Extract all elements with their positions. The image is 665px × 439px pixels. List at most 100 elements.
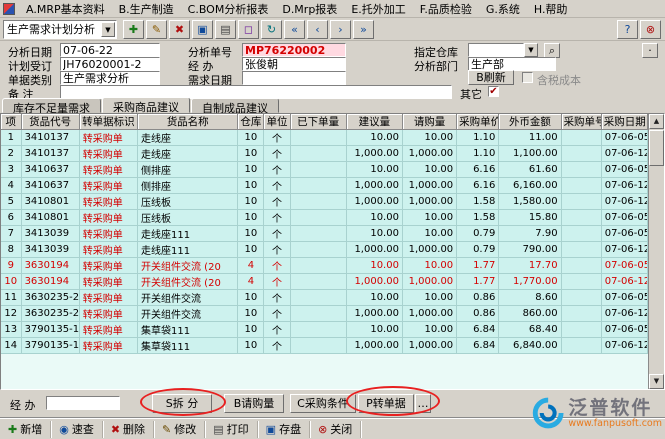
- menu-item-2[interactable]: B.生产制造: [112, 0, 181, 18]
- grid-cell[interactable]: 6.16: [457, 162, 499, 178]
- grid-cell[interactable]: 转采购单: [79, 242, 137, 258]
- action-operator-field[interactable]: [46, 396, 120, 410]
- statusbar-print-button[interactable]: ▤打印: [205, 421, 257, 438]
- grid-cell[interactable]: 3630194: [21, 258, 79, 274]
- transfer-doc-button[interactable]: P转单据: [358, 394, 414, 413]
- grid-cell[interactable]: 10: [238, 178, 264, 194]
- grid-cell[interactable]: [561, 338, 601, 354]
- grid-cell[interactable]: 4: [238, 258, 264, 274]
- warehouse-dropdown-icon[interactable]: ▼: [524, 43, 538, 57]
- grid-cell[interactable]: 走线座: [138, 146, 238, 162]
- grid-cell[interactable]: 0.86: [457, 306, 499, 322]
- next-record-icon[interactable]: ›: [330, 20, 351, 39]
- grid-cell[interactable]: 07-06-12: [601, 178, 647, 194]
- grid-cell[interactable]: 15.80: [499, 210, 561, 226]
- grid-cell[interactable]: 10.00: [402, 322, 456, 338]
- grid-cell[interactable]: 8.60: [499, 290, 561, 306]
- statusbar-close-button[interactable]: ⊗关闭: [310, 421, 361, 438]
- panel-corner-button[interactable]: ·: [642, 43, 658, 58]
- grid-cell[interactable]: 68.40: [499, 322, 561, 338]
- grid-cell[interactable]: [290, 258, 346, 274]
- grid-cell[interactable]: 10.00: [402, 210, 456, 226]
- grid-cell[interactable]: 8: [1, 242, 21, 258]
- column-header-11[interactable]: 采购单号: [561, 114, 601, 130]
- first-record-icon[interactable]: «: [284, 20, 305, 39]
- grid-cell[interactable]: 转采购单: [79, 290, 137, 306]
- grid-cell[interactable]: 3410801: [21, 194, 79, 210]
- grid-cell[interactable]: 个: [264, 146, 290, 162]
- grid-cell[interactable]: 9: [1, 258, 21, 274]
- grid-cell[interactable]: 1.77: [457, 274, 499, 290]
- grid-cell[interactable]: [290, 146, 346, 162]
- grid-cell[interactable]: 10.00: [346, 322, 402, 338]
- grid-cell[interactable]: 61.60: [499, 162, 561, 178]
- grid-cell[interactable]: 转采购单: [79, 146, 137, 162]
- warehouse-lookup-icon[interactable]: ⌕: [544, 43, 560, 58]
- grid-cell[interactable]: 07-06-12: [601, 146, 647, 162]
- grid-cell[interactable]: 1,000.00: [402, 146, 456, 162]
- grid-cell[interactable]: 1.10: [457, 146, 499, 162]
- grid-cell[interactable]: 1,000.00: [402, 194, 456, 210]
- grid-cell[interactable]: 11.00: [499, 130, 561, 146]
- tax-cost-checkbox[interactable]: [522, 72, 533, 83]
- grid-cell[interactable]: 1,770.00: [499, 274, 561, 290]
- grid-cell[interactable]: [561, 290, 601, 306]
- grid-cell[interactable]: [290, 226, 346, 242]
- grid-cell[interactable]: 07-06-05: [601, 210, 647, 226]
- grid-cell[interactable]: 10: [238, 146, 264, 162]
- column-header-8[interactable]: 请购量: [402, 114, 456, 130]
- statusbar-save-button[interactable]: ▣存盘: [258, 421, 310, 438]
- last-record-icon[interactable]: »: [353, 20, 374, 39]
- grid-cell[interactable]: 1,000.00: [402, 178, 456, 194]
- grid-cell[interactable]: 1.58: [457, 194, 499, 210]
- grid-cell[interactable]: 07-06-12: [601, 338, 647, 354]
- grid-cell[interactable]: 转采购单: [79, 306, 137, 322]
- column-header-10[interactable]: 外币金额: [499, 114, 561, 130]
- grid-cell[interactable]: 10.00: [402, 226, 456, 242]
- grid-cell[interactable]: [290, 306, 346, 322]
- grid-cell[interactable]: 07-06-12: [601, 306, 647, 322]
- grid-cell[interactable]: [561, 210, 601, 226]
- grid-cell[interactable]: [290, 178, 346, 194]
- grid-cell[interactable]: [561, 194, 601, 210]
- grid-cell[interactable]: [290, 242, 346, 258]
- grid-cell[interactable]: 转采购单: [79, 338, 137, 354]
- grid-cell[interactable]: 4: [238, 274, 264, 290]
- grid-cell[interactable]: 10: [238, 290, 264, 306]
- grid-cell[interactable]: 10.00: [346, 210, 402, 226]
- grid-cell[interactable]: 07-06-05: [601, 162, 647, 178]
- grid-cell[interactable]: 个: [264, 258, 290, 274]
- grid-cell[interactable]: 11: [1, 290, 21, 306]
- grid-cell[interactable]: 3410801: [21, 210, 79, 226]
- save-icon[interactable]: ▣: [192, 20, 213, 39]
- grid-cell[interactable]: [561, 306, 601, 322]
- grid-cell[interactable]: 转采购单: [79, 210, 137, 226]
- grid-cell[interactable]: 集草袋111: [138, 338, 238, 354]
- grid-cell[interactable]: 10.00: [346, 258, 402, 274]
- plan-order-field[interactable]: [60, 57, 160, 71]
- analysis-no-field[interactable]: [242, 43, 346, 57]
- grid-cell[interactable]: 个: [264, 162, 290, 178]
- grid-cell[interactable]: 侧排座: [138, 178, 238, 194]
- grid-cell[interactable]: 压线板: [138, 194, 238, 210]
- analysis-date-field[interactable]: [60, 43, 160, 57]
- grid-cell[interactable]: 3790135-1: [21, 338, 79, 354]
- new-icon[interactable]: ✚: [123, 20, 144, 39]
- grid-cell[interactable]: 10.00: [346, 162, 402, 178]
- grid-cell[interactable]: [290, 338, 346, 354]
- grid-cell[interactable]: 3413039: [21, 226, 79, 242]
- tab-selfmade-suggestion[interactable]: 自制成品建议: [191, 98, 279, 113]
- grid-cell[interactable]: 12: [1, 306, 21, 322]
- grid-cell[interactable]: 10: [238, 194, 264, 210]
- grid-cell[interactable]: 侧排座: [138, 162, 238, 178]
- grid-cell[interactable]: 10: [238, 242, 264, 258]
- grid-cell[interactable]: 转采购单: [79, 322, 137, 338]
- grid-cell[interactable]: 6.84: [457, 338, 499, 354]
- tab-stock-shortage[interactable]: 库存不足量需求: [2, 98, 101, 113]
- grid-cell[interactable]: 07-06-12: [601, 274, 647, 290]
- grid-cell[interactable]: 4: [1, 178, 21, 194]
- column-header-9[interactable]: 采购单价: [457, 114, 499, 130]
- grid-cell[interactable]: 转采购单: [79, 258, 137, 274]
- grid-cell[interactable]: [561, 258, 601, 274]
- menu-item-8[interactable]: H.帮助: [527, 0, 575, 18]
